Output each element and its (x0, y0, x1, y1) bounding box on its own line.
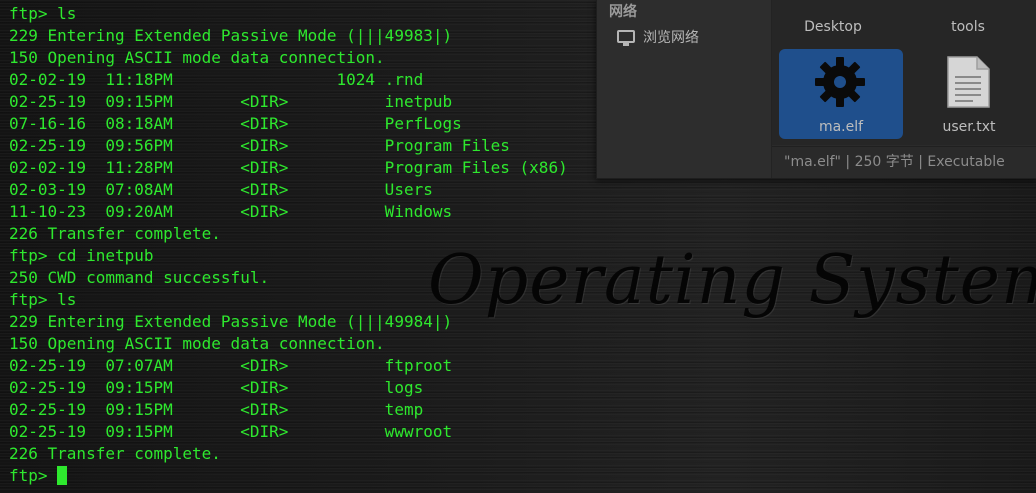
file-manager-window[interactable]: 网络 浏览网络 Desktop tools ma.elf user.txt "m… (596, 0, 1036, 179)
terminal-line: 226 Transfer complete. (9, 224, 221, 243)
terminal-line: 229 Entering Extended Passive Mode (|||4… (9, 26, 453, 45)
file-desktop-label[interactable]: Desktop (778, 19, 888, 35)
terminal-line: 11-10-23 09:20AM <DIR> Windows (9, 202, 453, 221)
terminal-line: 02-25-19 09:15PM <DIR> inetpub (9, 92, 453, 111)
terminal-line: 02-02-19 11:18PM 1024 .rnd (9, 70, 424, 89)
file-tools-label[interactable]: tools (913, 19, 1023, 35)
terminal-line: 02-25-19 09:15PM <DIR> temp (9, 400, 424, 419)
sidebar-item-label: 浏览网络 (643, 30, 699, 46)
terminal-line: ftp> ls (9, 4, 77, 23)
sidebar-item-browse-network[interactable]: 浏览网络 (617, 27, 699, 49)
file-manager-statusbar: "ma.elf" | 250 字节 | Executable (772, 146, 1036, 178)
monitor-icon (617, 30, 635, 46)
terminal-window[interactable]: ftp> ls 229 Entering Extended Passive Mod… (0, 0, 600, 493)
terminal-line: 02-02-19 11:28PM <DIR> Program Files (x8… (9, 158, 568, 177)
sidebar-section-network: 网络 (609, 4, 637, 20)
file-manager-sidebar: 网络 浏览网络 (597, 0, 772, 178)
file-grid: Desktop tools ma.elf user.txt (772, 0, 1036, 145)
text-file-icon (947, 56, 990, 108)
terminal-line: 07-16-16 08:18AM <DIR> PerfLogs (9, 114, 462, 133)
terminal-line: 150 Opening ASCII mode data connection. (9, 48, 385, 67)
terminal-line: 229 Entering Extended Passive Mode (|||4… (9, 312, 453, 331)
terminal-line: 02-25-19 09:15PM <DIR> wwwroot (9, 422, 453, 441)
gear-icon (815, 57, 865, 107)
terminal-cursor (57, 466, 68, 485)
file-ma-elf-label: ma.elf (818, 119, 864, 135)
file-item-ma-elf[interactable]: ma.elf (779, 49, 903, 139)
terminal-line: 02-25-19 07:07AM <DIR> ftproot (9, 356, 453, 375)
terminal-line: 02-25-19 09:56PM <DIR> Program Files (9, 136, 510, 155)
terminal-line: 02-25-19 09:15PM <DIR> logs (9, 378, 424, 397)
terminal-prompt: ftp> (9, 466, 58, 485)
terminal-line: 150 Opening ASCII mode data connection. (9, 334, 385, 353)
terminal-line: 226 Transfer complete. (9, 444, 221, 463)
terminal-line: 250 CWD command successful. (9, 268, 270, 287)
terminal-line: ftp> cd inetpub (9, 246, 154, 265)
terminal-line: 02-03-19 07:08AM <DIR> Users (9, 180, 433, 199)
terminal-line: ftp> ls (9, 290, 77, 309)
file-item-user-txt[interactable]: user.txt (915, 49, 1036, 139)
terminal-prompt-line[interactable]: ftp> (9, 465, 68, 487)
file-user-txt-label: user.txt (942, 119, 996, 135)
